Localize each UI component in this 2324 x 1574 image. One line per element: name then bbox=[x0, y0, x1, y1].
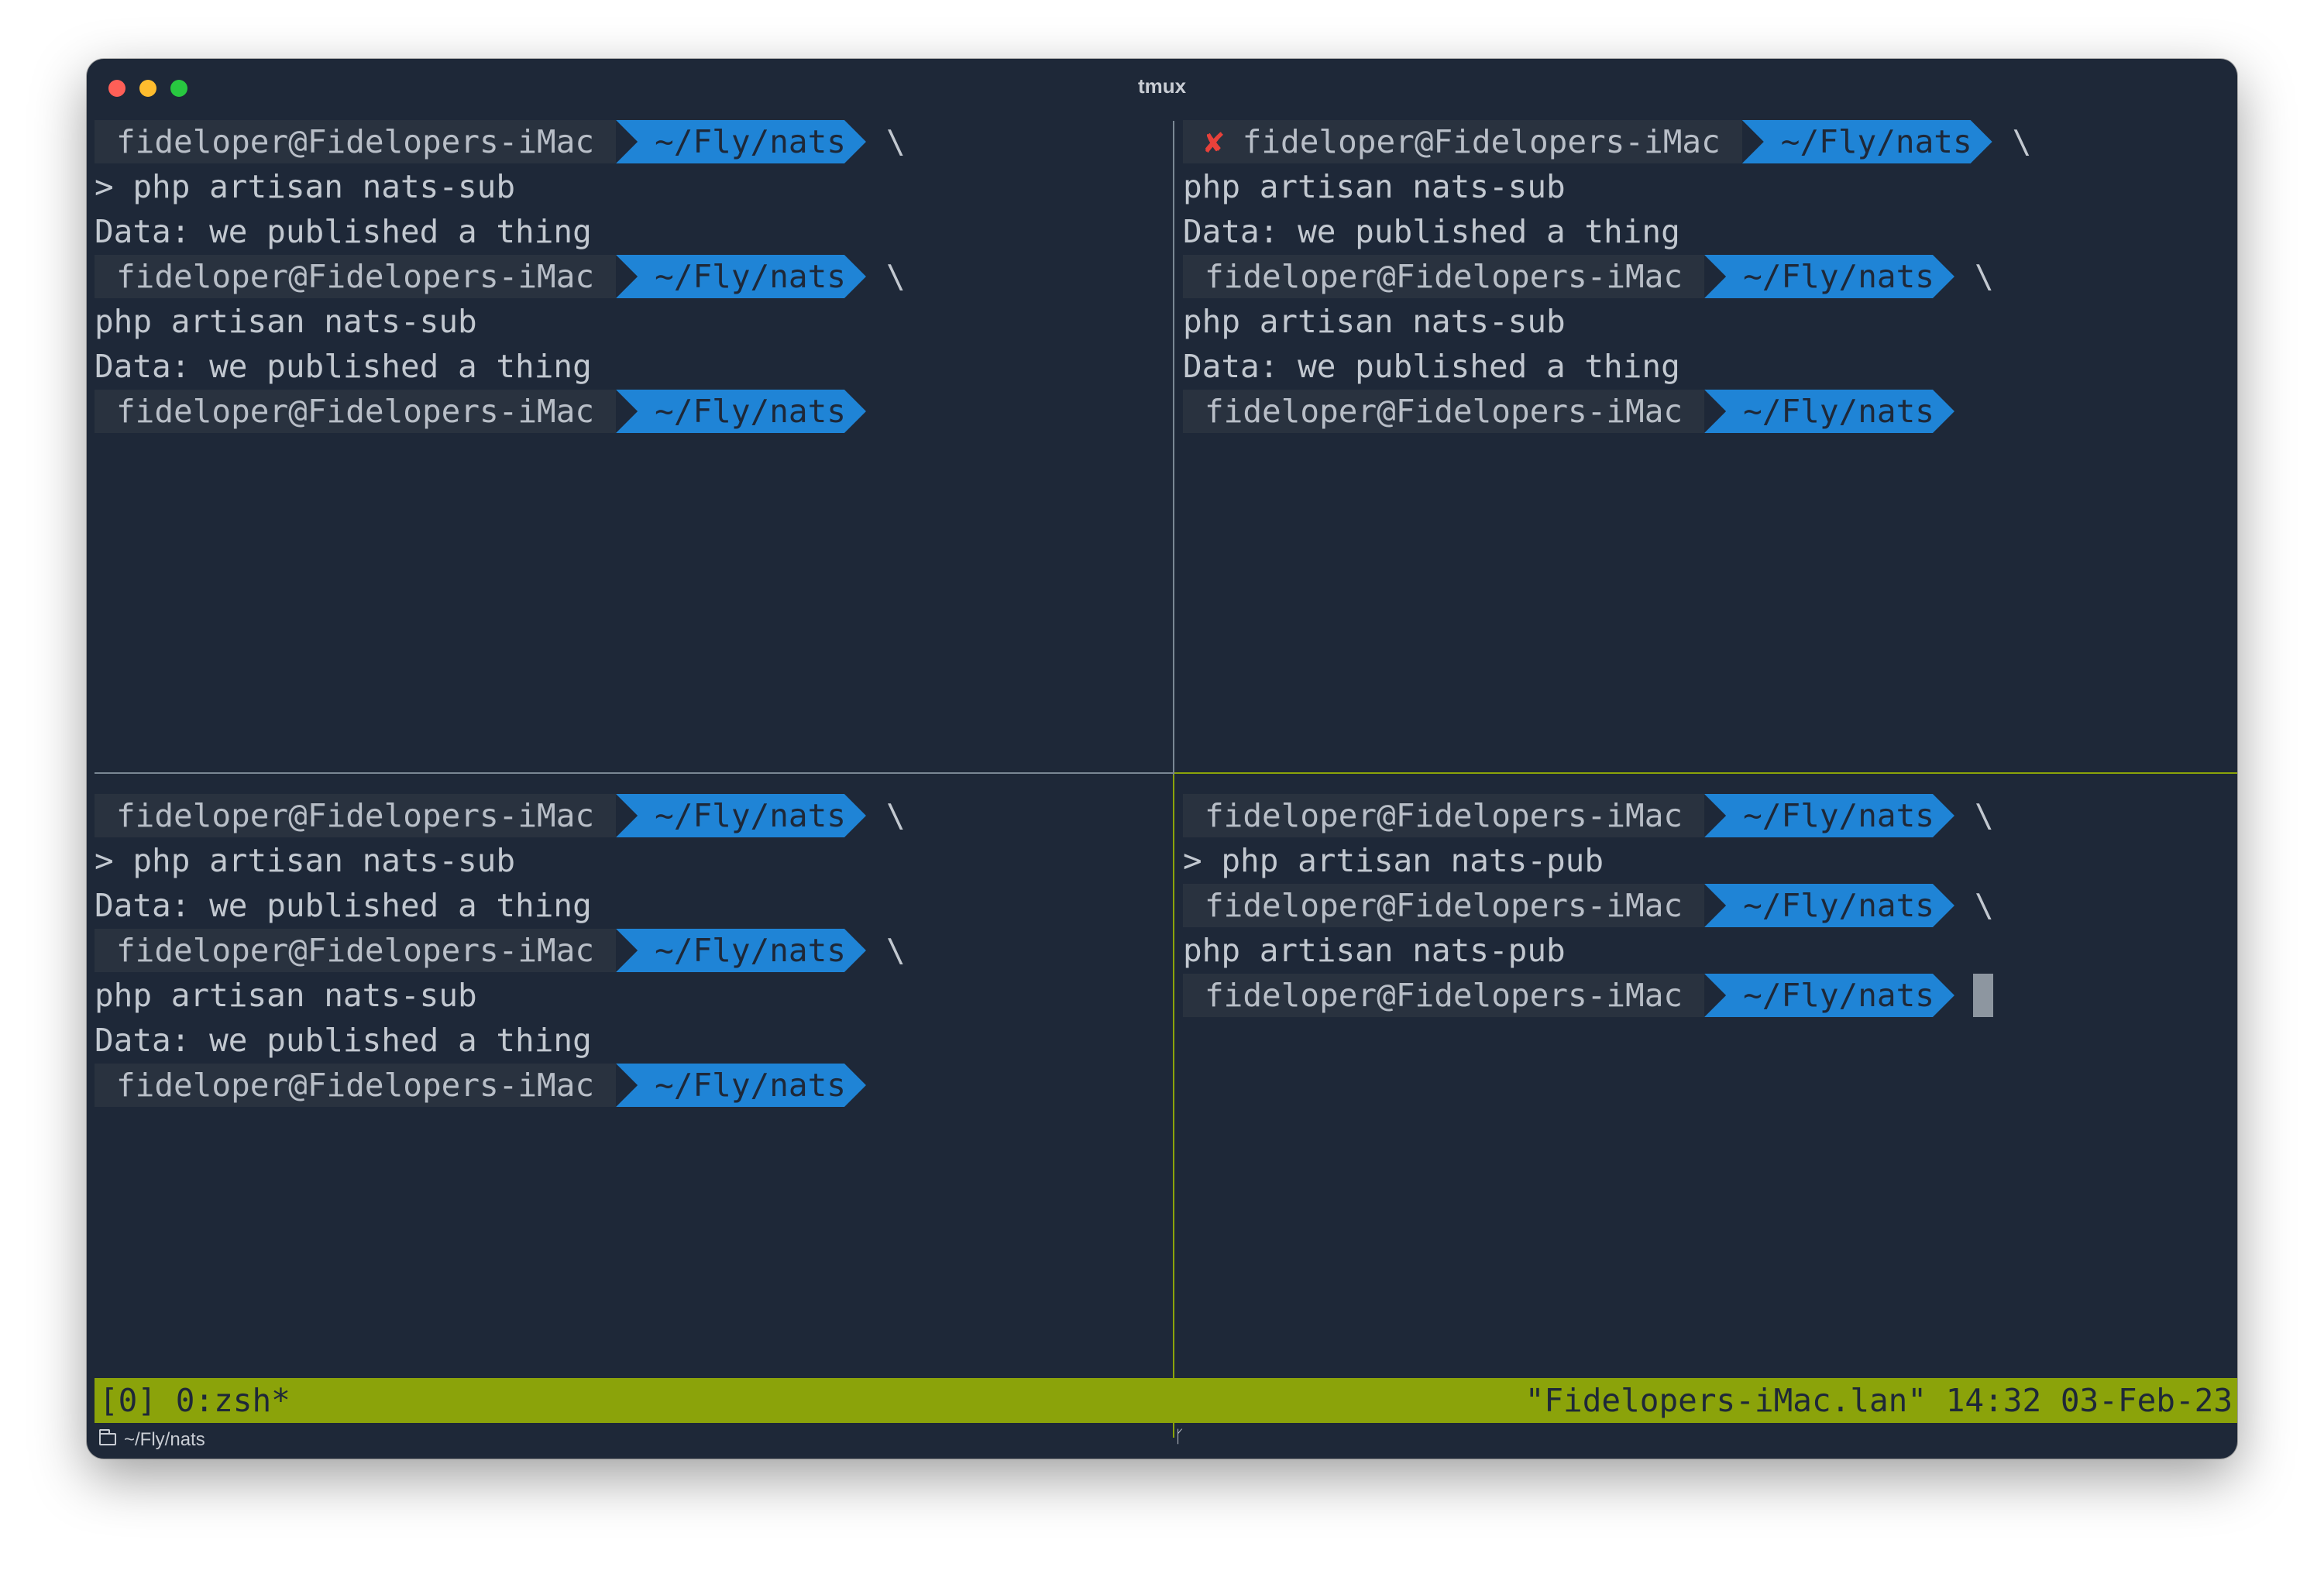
prompt-user: fideloper@Fidelopers-iMac bbox=[1205, 797, 1683, 834]
prompt-user: fideloper@Fidelopers-iMac bbox=[116, 932, 595, 969]
prompt-line: fideloper@Fidelopers-iMac ~/Fly/nats \ bbox=[95, 793, 1171, 838]
error-status-icon: ✘ bbox=[1205, 123, 1224, 160]
prompt-path-segment: ~/Fly/nats bbox=[1704, 255, 1954, 298]
prompt-user-segment: fideloper@Fidelopers-iMac bbox=[95, 390, 617, 433]
prompt-path-segment: ~/Fly/nats bbox=[616, 1064, 866, 1107]
footer-path[interactable]: ~/Fly/nats bbox=[124, 1429, 205, 1451]
prompt-path-segment: ~/Fly/nats bbox=[1704, 884, 1954, 927]
output-line: Data: we published a thing bbox=[1183, 348, 1680, 385]
prompt-path-segment: ~/Fly/nats bbox=[1704, 794, 1954, 837]
output-line: Data: we published a thing bbox=[95, 1022, 592, 1059]
line-continuation: \ bbox=[1974, 258, 1994, 295]
pane-bottom-right[interactable]: fideloper@Fidelopers-iMac ~/Fly/nats \ > ph… bbox=[1183, 793, 2233, 1436]
prompt-line: fideloper@Fidelopers-iMac ~/Fly/nats \ bbox=[1183, 254, 2233, 299]
line-continuation: \ bbox=[885, 932, 906, 969]
prompt-user-segment: fideloper@Fidelopers-iMac bbox=[95, 1064, 617, 1107]
pane-bottom-left[interactable]: fideloper@Fidelopers-iMac ~/Fly/nats \ > ph… bbox=[95, 793, 1171, 1436]
line-continuation: \ bbox=[885, 258, 906, 295]
prompt-path-segment: ~/Fly/nats bbox=[616, 390, 866, 433]
prompt-user-segment: fideloper@Fidelopers-iMac bbox=[95, 120, 617, 163]
prompt-path-segment: ~/Fly/nats bbox=[616, 120, 866, 163]
prompt-line: fideloper@Fidelopers-iMac ~/Fly/nats bbox=[1183, 973, 2233, 1018]
prompt-path-segment: ~/Fly/nats bbox=[616, 794, 866, 837]
prompt-user-segment: fideloper@Fidelopers-iMac bbox=[1183, 974, 1705, 1017]
output-line: php artisan nats-sub bbox=[1183, 303, 1566, 340]
prompt-user: fideloper@Fidelopers-iMac bbox=[1205, 258, 1683, 295]
output-line: php artisan nats-sub bbox=[95, 303, 477, 340]
prompt-user-segment: fideloper@Fidelopers-iMac bbox=[1183, 255, 1705, 298]
status-window-list[interactable]: [0] 0:zsh* bbox=[99, 1378, 290, 1423]
terminal-cursor[interactable] bbox=[1972, 974, 1993, 1017]
prompt-line: fideloper@Fidelopers-iMac ~/Fly/nats bbox=[95, 389, 1171, 434]
prompt-line: ✘ fideloper@Fidelopers-iMac ~/Fly/nats \ bbox=[1183, 119, 2233, 164]
active-pane-divider bbox=[1173, 775, 1174, 1438]
prompt-user-segment: fideloper@Fidelopers-iMac bbox=[95, 794, 617, 837]
output-line: Data: we published a thing bbox=[1183, 213, 1680, 250]
output-line: > php artisan nats-sub bbox=[95, 842, 516, 879]
title-bar: tmux bbox=[87, 59, 2237, 116]
line-continuation: \ bbox=[1974, 797, 1994, 834]
folder-icon bbox=[99, 1429, 116, 1445]
output-line: php artisan nats-sub bbox=[1183, 168, 1566, 205]
prompt-line: fideloper@Fidelopers-iMac ~/Fly/nats bbox=[95, 1063, 1171, 1108]
prompt-path-segment: ~/Fly/nats bbox=[616, 929, 866, 972]
line-continuation: \ bbox=[885, 123, 906, 160]
status-host-time: "Fidelopers-iMac.lan" 14:32 03-Feb-23 bbox=[1525, 1382, 2233, 1419]
window-title: tmux bbox=[1137, 74, 1187, 98]
active-horizontal-divider[interactable] bbox=[1174, 772, 2237, 774]
prompt-user: fideloper@Fidelopers-iMac bbox=[1205, 977, 1683, 1014]
output-line: php artisan nats-sub bbox=[95, 977, 477, 1014]
line-continuation: \ bbox=[2012, 123, 2032, 160]
prompt-line: fideloper@Fidelopers-iMac ~/Fly/nats bbox=[1183, 389, 2233, 434]
line-continuation: \ bbox=[1974, 887, 1994, 924]
prompt-line: fideloper@Fidelopers-iMac ~/Fly/nats \ bbox=[1183, 793, 2233, 838]
output-line: Data: we published a thing bbox=[95, 887, 592, 924]
output-line: Data: we published a thing bbox=[95, 348, 592, 385]
prompt-line: fideloper@Fidelopers-iMac ~/Fly/nats \ bbox=[95, 119, 1171, 164]
prompt-line: fideloper@Fidelopers-iMac ~/Fly/nats \ bbox=[1183, 883, 2233, 928]
prompt-user: fideloper@Fidelopers-iMac bbox=[116, 258, 595, 295]
output-line: php artisan nats-pub bbox=[1183, 932, 1566, 969]
footer-bar: ~/Fly/nats ᚴ bbox=[87, 1423, 2237, 1459]
output-line: > php artisan nats-pub bbox=[1183, 842, 1604, 879]
tmux-status-bar: [0] 0:zsh* "Fidelopers-iMac.lan" 14:32 0… bbox=[95, 1378, 2237, 1423]
prompt-user-segment: ✘ fideloper@Fidelopers-iMac bbox=[1183, 120, 1742, 163]
prompt-user-segment: fideloper@Fidelopers-iMac bbox=[95, 255, 617, 298]
prompt-line: fideloper@Fidelopers-iMac ~/Fly/nats \ bbox=[95, 254, 1171, 299]
prompt-user: fideloper@Fidelopers-iMac bbox=[1205, 393, 1683, 430]
git-branch-icon: ᚴ bbox=[1174, 1428, 1185, 1447]
prompt-user: fideloper@Fidelopers-iMac bbox=[116, 123, 595, 160]
pane-top-right[interactable]: ✘ fideloper@Fidelopers-iMac ~/Fly/nats \ php… bbox=[1183, 119, 2233, 770]
prompt-user-segment: fideloper@Fidelopers-iMac bbox=[1183, 884, 1705, 927]
prompt-line: fideloper@Fidelopers-iMac ~/Fly/nats \ bbox=[95, 928, 1171, 973]
pane-top-left[interactable]: fideloper@Fidelopers-iMac ~/Fly/nats \ > ph… bbox=[95, 119, 1171, 770]
prompt-user: fideloper@Fidelopers-iMac bbox=[1242, 123, 1721, 160]
prompt-path-segment: ~/Fly/nats bbox=[1704, 974, 1954, 1017]
prompt-path-segment: ~/Fly/nats bbox=[1704, 390, 1954, 433]
prompt-user-segment: fideloper@Fidelopers-iMac bbox=[1183, 390, 1705, 433]
output-line: > php artisan nats-sub bbox=[95, 168, 516, 205]
prompt-user: fideloper@Fidelopers-iMac bbox=[116, 393, 595, 430]
prompt-user: fideloper@Fidelopers-iMac bbox=[116, 1067, 595, 1104]
prompt-user: fideloper@Fidelopers-iMac bbox=[116, 797, 595, 834]
output-line: Data: we published a thing bbox=[95, 213, 592, 250]
prompt-path-segment: ~/Fly/nats bbox=[616, 255, 866, 298]
prompt-path-segment: ~/Fly/nats bbox=[1742, 120, 1992, 163]
vertical-pane-divider[interactable] bbox=[1173, 121, 1174, 1438]
horizontal-pane-divider[interactable] bbox=[95, 772, 1173, 774]
terminal-window: tmux fideloper@Fidelopers-iMac ~/Fly/nats… bbox=[87, 59, 2237, 1459]
prompt-user-segment: fideloper@Fidelopers-iMac bbox=[1183, 794, 1705, 837]
line-continuation: \ bbox=[885, 797, 906, 834]
prompt-user-segment: fideloper@Fidelopers-iMac bbox=[95, 929, 617, 972]
prompt-user: fideloper@Fidelopers-iMac bbox=[1205, 887, 1683, 924]
